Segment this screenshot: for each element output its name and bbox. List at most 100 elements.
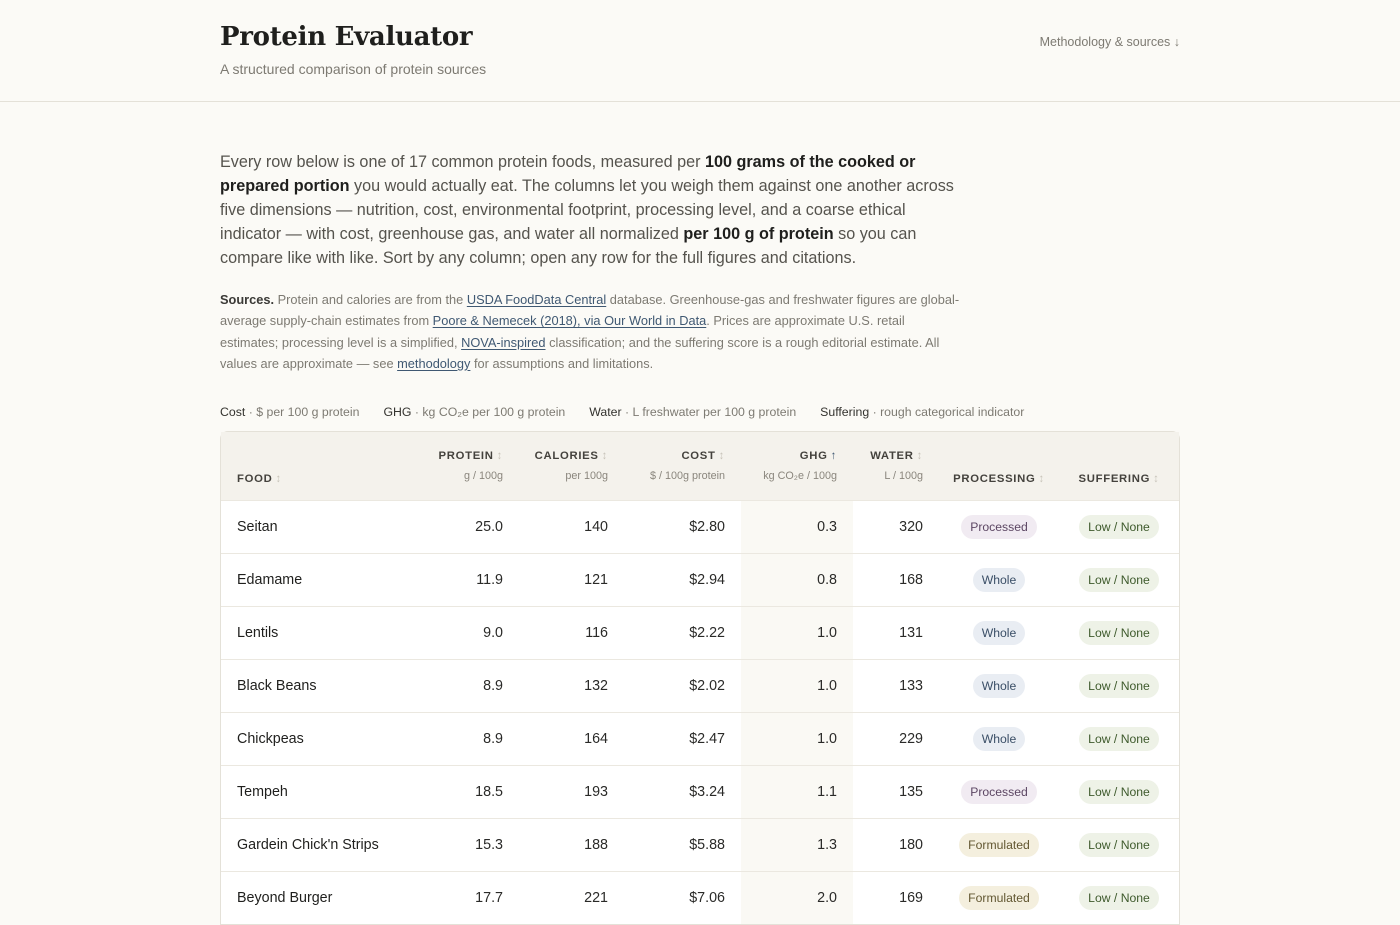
processing-badge: Processed — [961, 514, 1037, 539]
suffering-badge: Low / None — [1079, 885, 1159, 910]
food-name: Beyond Burger — [237, 889, 333, 906]
cost-value: $2.47 — [689, 730, 725, 747]
calories-value: 140 — [584, 518, 608, 535]
ghg-value: 2.0 — [741, 871, 853, 924]
food-name: Chickpeas — [237, 730, 304, 747]
table-row[interactable]: Edamame 11.9 121 $2.94 0.8 168 Whole Low… — [221, 553, 1179, 606]
table-row[interactable]: Beyond Burger 17.7 221 $7.06 2.0 169 For… — [221, 871, 1179, 924]
methodology-inline-link[interactable]: methodology — [397, 356, 470, 371]
calories-value: 193 — [584, 783, 608, 800]
sources-paragraph: Sources. Protein and calories are from t… — [220, 292, 960, 371]
column-header-calories[interactable]: CALORIES ↕ per 100g — [519, 432, 624, 500]
table-row[interactable]: Lentils 9.0 116 $2.22 1.0 131 Whole Low … — [221, 606, 1179, 659]
table-row[interactable]: Chickpeas 8.9 164 $2.47 1.0 229 Whole Lo… — [221, 712, 1179, 765]
sort-icon: ↕ — [1038, 472, 1045, 485]
column-header-protein[interactable]: PROTEIN ↕ g / 100g — [408, 432, 519, 500]
ghg-value: 1.0 — [741, 659, 853, 712]
water-value: 168 — [899, 571, 923, 588]
suffering-badge: Low / None — [1079, 726, 1159, 751]
protein-value: 8.9 — [483, 677, 503, 694]
ghg-value: 1.3 — [741, 818, 853, 871]
protein-value: 11.9 — [476, 571, 503, 588]
intro-paragraph: Every row below is one of 17 common prot… — [220, 153, 954, 267]
page-title: Protein Evaluator — [220, 22, 473, 52]
table-row[interactable]: Black Beans 8.9 132 $2.02 1.0 133 Whole … — [221, 659, 1179, 712]
protein-value: 15.3 — [475, 836, 503, 853]
sort-icon: ↕ — [718, 449, 725, 462]
water-value: 320 — [899, 518, 923, 535]
column-header-processing[interactable]: PROCESSING ↕ — [939, 432, 1059, 500]
column-header-water[interactable]: WATER ↕ L / 100g — [853, 432, 939, 500]
protein-value: 8.9 — [483, 730, 503, 747]
column-header-food[interactable]: FOOD ↕ — [221, 432, 408, 500]
food-name: Gardein Chick'n Strips — [237, 836, 379, 853]
ghg-value: 1.1 — [741, 765, 853, 818]
calories-value: 188 — [584, 836, 608, 853]
suffering-badge: Low / None — [1079, 832, 1159, 857]
page-header: Protein Evaluator A structured compariso… — [0, 0, 1400, 102]
nova-link[interactable]: NOVA-inspired — [461, 335, 545, 350]
poore-nemecek-link[interactable]: Poore & Nemecek (2018), via Our World in… — [433, 313, 707, 328]
water-value: 135 — [899, 783, 923, 800]
water-value: 169 — [899, 889, 923, 906]
cost-value: $5.88 — [689, 836, 725, 853]
water-value: 180 — [899, 836, 923, 853]
sort-icon: ↕ — [275, 472, 282, 485]
sort-ascending-icon: ↑ — [830, 449, 837, 462]
table-row[interactable]: Seitan 25.0 140 $2.80 0.3 320 Processed … — [221, 500, 1179, 553]
cost-value: $2.94 — [689, 571, 725, 588]
sort-icon: ↕ — [1153, 472, 1160, 485]
calories-value: 221 — [584, 889, 608, 906]
food-name: Edamame — [237, 571, 303, 588]
calories-value: 116 — [585, 624, 608, 641]
calories-value: 121 — [584, 571, 608, 588]
processing-badge: Whole — [972, 673, 1026, 698]
water-value: 133 — [899, 677, 923, 694]
food-name: Seitan — [237, 518, 278, 535]
table-header-row: FOOD ↕ PROTEIN ↕ g / 100g CALORIES ↕ per 100g… — [221, 432, 1179, 500]
brand: Protein Evaluator A structured compariso… — [220, 22, 486, 77]
protein-value: 25.0 — [475, 518, 503, 535]
sort-icon: ↕ — [496, 449, 503, 462]
processing-badge: Whole — [972, 620, 1026, 645]
processing-badge: Formulated — [959, 885, 1039, 910]
processing-badge: Formulated — [959, 832, 1039, 857]
calories-value: 164 — [584, 730, 608, 747]
food-name: Lentils — [237, 624, 279, 641]
protein-table-container: FOOD ↕ PROTEIN ↕ g / 100g CALORIES ↕ per 100g… — [220, 431, 1180, 925]
suffering-badge: Low / None — [1079, 620, 1159, 645]
cost-value: $3.24 — [689, 783, 725, 800]
food-name: Tempeh — [237, 783, 288, 800]
ghg-value: 1.0 — [741, 712, 853, 765]
table-row[interactable]: Gardein Chick'n Strips 15.3 188 $5.88 1.… — [221, 818, 1179, 871]
legend-item-cost: Cost · $ per 100 g protein — [220, 405, 360, 420]
food-name: Black Beans — [237, 677, 317, 694]
suffering-badge: Low / None — [1079, 779, 1159, 804]
protein-value: 9.0 — [483, 624, 503, 641]
protein-table: FOOD ↕ PROTEIN ↕ g / 100g CALORIES ↕ per 100g… — [221, 432, 1179, 924]
units-legend: Cost · $ per 100 g protein GHG · kg CO₂e… — [220, 405, 1180, 419]
usda-link[interactable]: USDA FoodData Central — [467, 292, 606, 307]
suffering-badge: Low / None — [1079, 673, 1159, 698]
table-row[interactable]: Tempeh 18.5 193 $3.24 1.1 135 Processed … — [221, 765, 1179, 818]
legend-item-suffering: Suffering · rough categorical indicator — [820, 405, 1025, 420]
cost-value: $2.80 — [689, 518, 725, 535]
ghg-value: 0.3 — [741, 500, 853, 553]
ghg-value: 1.0 — [741, 606, 853, 659]
column-header-suffering[interactable]: SUFFERING ↕ — [1059, 432, 1179, 500]
column-header-cost[interactable]: COST ↕ $ / 100g protein — [624, 432, 741, 500]
legend-item-ghg: GHG · kg CO₂e per 100 g protein — [383, 405, 566, 420]
suffering-badge: Low / None — [1079, 567, 1159, 592]
processing-badge: Processed — [961, 779, 1037, 804]
protein-value: 17.7 — [475, 889, 503, 906]
processing-badge: Whole — [972, 726, 1026, 751]
sort-icon: ↕ — [601, 449, 608, 462]
column-header-ghg[interactable]: GHG ↑ kg CO₂e / 100g — [741, 432, 853, 500]
processing-badge: Whole — [972, 567, 1026, 592]
calories-value: 132 — [584, 677, 608, 694]
cost-value: $2.22 — [689, 624, 725, 641]
sort-icon: ↕ — [916, 449, 923, 462]
protein-value: 18.5 — [475, 783, 503, 800]
main-content: Every row below is one of 17 common prot… — [220, 150, 1180, 925]
methodology-link[interactable]: Methodology & sources ↓ — [1040, 35, 1180, 49]
